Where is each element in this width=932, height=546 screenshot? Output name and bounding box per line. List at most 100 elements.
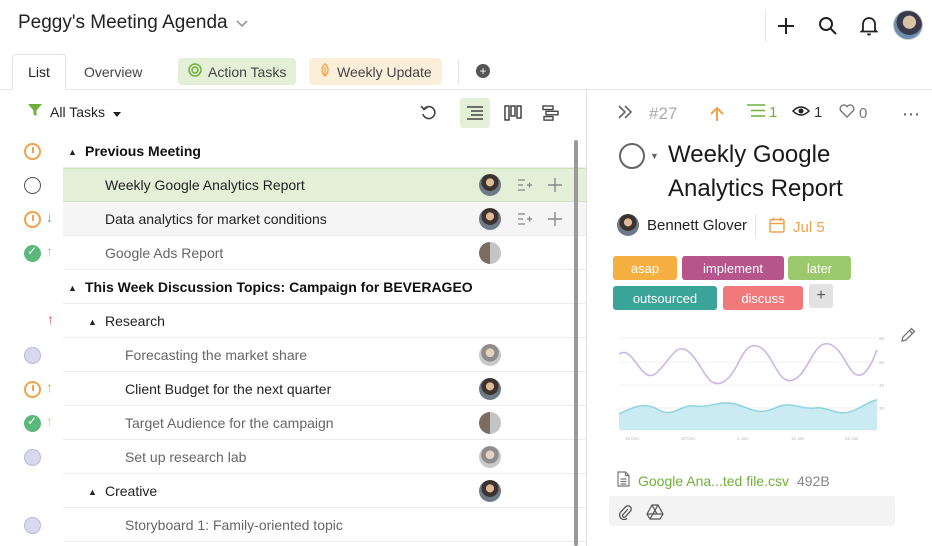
bell-icon[interactable] — [856, 13, 882, 39]
gantt-view-icon[interactable] — [536, 98, 566, 128]
add-view-icon[interactable]: + — [476, 64, 490, 78]
status-not-started-icon[interactable] — [24, 449, 41, 466]
due-date-text: Jul 5 — [793, 218, 825, 236]
task-row[interactable]: Storyboard 1: Family-oriented topic — [0, 508, 586, 542]
task-row[interactable]: ↓ Data analytics for market conditions — [0, 202, 586, 236]
assignee-avatar[interactable] — [479, 208, 501, 230]
user-avatar[interactable] — [893, 10, 923, 40]
subtasks-icon[interactable] — [516, 176, 534, 194]
header: Peggy's Meeting Agenda — [0, 0, 932, 52]
task-row[interactable]: ↑ Google Ads Report — [0, 236, 586, 270]
collapse-caret-icon[interactable]: ▲ — [88, 317, 97, 327]
tab-label: Action Tasks — [208, 63, 287, 80]
subtasks-count[interactable]: 1 — [747, 104, 777, 121]
eye-icon — [791, 104, 811, 121]
status-open-icon[interactable] — [24, 177, 41, 194]
file-icon — [617, 471, 630, 490]
google-drive-icon[interactable] — [645, 502, 665, 522]
status-in-progress-icon[interactable] — [24, 381, 41, 398]
tag-implement[interactable]: implement — [682, 256, 784, 280]
priority-high-icon[interactable]: ↑ — [47, 311, 54, 327]
assignee-avatar[interactable] — [479, 378, 501, 400]
status-in-progress-icon[interactable] — [24, 143, 41, 160]
add-subtask-icon[interactable] — [546, 176, 564, 194]
task-number-text: #27 — [649, 104, 678, 123]
attachment-file[interactable]: Google Ana...ted file.csv 492B — [617, 471, 830, 490]
assignee-avatar[interactable] — [479, 174, 501, 196]
likes-count-text: 0 — [859, 104, 868, 122]
assignee-avatar[interactable] — [479, 480, 501, 502]
row-title: Storyboard 1: Family-oriented topic — [125, 517, 343, 533]
tag-label: implement — [703, 260, 763, 276]
tag-discuss[interactable]: discuss — [723, 286, 803, 310]
collapse-caret-icon[interactable]: ▲ — [68, 283, 77, 293]
status-done-icon[interactable] — [24, 244, 41, 262]
tag-outsourced[interactable]: outsourced — [613, 286, 717, 310]
tag-later[interactable]: later — [788, 256, 851, 280]
due-date-field[interactable]: Jul 5 — [769, 217, 825, 237]
task-status-toggle[interactable] — [619, 143, 645, 169]
collapse-caret-icon[interactable]: ▲ — [68, 147, 77, 157]
status-in-progress-icon[interactable] — [24, 211, 41, 228]
row-title: Google Ads Report — [105, 245, 224, 261]
priority-up-icon[interactable] — [710, 106, 724, 122]
status-caret-icon[interactable]: ▼ — [650, 151, 659, 161]
list-section-row[interactable]: ▲ Previous Meeting — [0, 134, 586, 168]
priority-high-icon[interactable]: ↑ — [46, 243, 53, 259]
assignee-avatar[interactable] — [479, 446, 501, 468]
project-title-dropdown[interactable]: Peggy's Meeting Agenda — [18, 12, 248, 34]
assignee-avatar[interactable] — [479, 242, 501, 264]
status-not-started-icon[interactable] — [24, 517, 41, 534]
task-row[interactable]: Forecasting the market share — [0, 338, 586, 372]
more-options-icon[interactable]: ⋯ — [902, 104, 920, 125]
task-list: ▲ Previous Meeting Weekly Google Analyti… — [0, 134, 586, 546]
add-subtask-icon[interactable] — [546, 210, 564, 228]
add-tag-button[interactable]: + — [809, 284, 833, 308]
priority-low-icon[interactable]: ↓ — [46, 209, 53, 225]
status-not-started-icon[interactable] — [24, 347, 41, 364]
board-view-icon[interactable] — [498, 98, 528, 128]
task-row-group[interactable]: ▲ Creative — [0, 474, 586, 508]
assignee-avatar[interactable] — [479, 344, 501, 366]
priority-medium-icon[interactable]: ↑ — [46, 413, 53, 429]
task-row[interactable]: ↑ Client Budget for the next quarter — [0, 372, 586, 406]
row-title: Set up research lab — [125, 449, 247, 465]
task-row-group[interactable]: ↑ ▲ Research — [0, 304, 586, 338]
watchers-count[interactable]: 1 — [791, 104, 822, 121]
assignee-field[interactable]: Bennett Glover — [617, 214, 747, 236]
row-title: Client Budget for the next quarter — [125, 381, 332, 397]
edit-pencil-icon[interactable] — [900, 327, 916, 348]
collapse-panel-icon[interactable] — [617, 105, 633, 119]
undo-icon[interactable] — [414, 98, 444, 128]
tabs-divider — [458, 60, 459, 84]
paperclip-icon[interactable] — [615, 502, 635, 522]
task-title[interactable]: Weekly Google Analytics Report — [668, 138, 918, 206]
tab-action-tasks[interactable]: Action Tasks — [178, 58, 297, 85]
row-title: Previous Meeting — [85, 143, 201, 159]
target-icon — [188, 63, 202, 80]
svg-text:20: 20 — [879, 406, 885, 411]
add-icon[interactable] — [773, 13, 799, 39]
priority-medium-icon[interactable]: ↑ — [46, 379, 53, 395]
task-row[interactable]: ↑ Target Audience for the campaign — [0, 406, 586, 440]
filter-dropdown[interactable]: All Tasks — [28, 103, 121, 120]
calendar-icon — [769, 217, 785, 237]
row-title: This Week Discussion Topics: Campaign fo… — [85, 279, 473, 295]
tab-list[interactable]: List — [12, 54, 66, 90]
caret-down-icon — [112, 104, 121, 120]
task-row[interactable]: Set up research lab — [0, 440, 586, 474]
collapse-caret-icon[interactable]: ▲ — [88, 487, 97, 497]
list-scrollbar[interactable] — [574, 140, 578, 546]
subtasks-icon[interactable] — [516, 210, 534, 228]
svg-text:60: 60 — [879, 360, 885, 365]
list-section-row[interactable]: ▲ This Week Discussion Topics: Campaign … — [0, 270, 586, 304]
search-icon[interactable] — [815, 13, 841, 39]
list-view-icon[interactable] — [460, 98, 490, 128]
task-row-selected[interactable]: Weekly Google Analytics Report — [0, 168, 586, 202]
assignee-avatar[interactable] — [479, 412, 501, 434]
tab-weekly-update[interactable]: Weekly Update — [309, 58, 442, 85]
tab-overview[interactable]: Overview — [70, 54, 156, 90]
likes-count[interactable]: 0 — [839, 104, 867, 122]
status-done-icon[interactable] — [24, 414, 41, 432]
tag-asap[interactable]: asap — [613, 256, 677, 280]
